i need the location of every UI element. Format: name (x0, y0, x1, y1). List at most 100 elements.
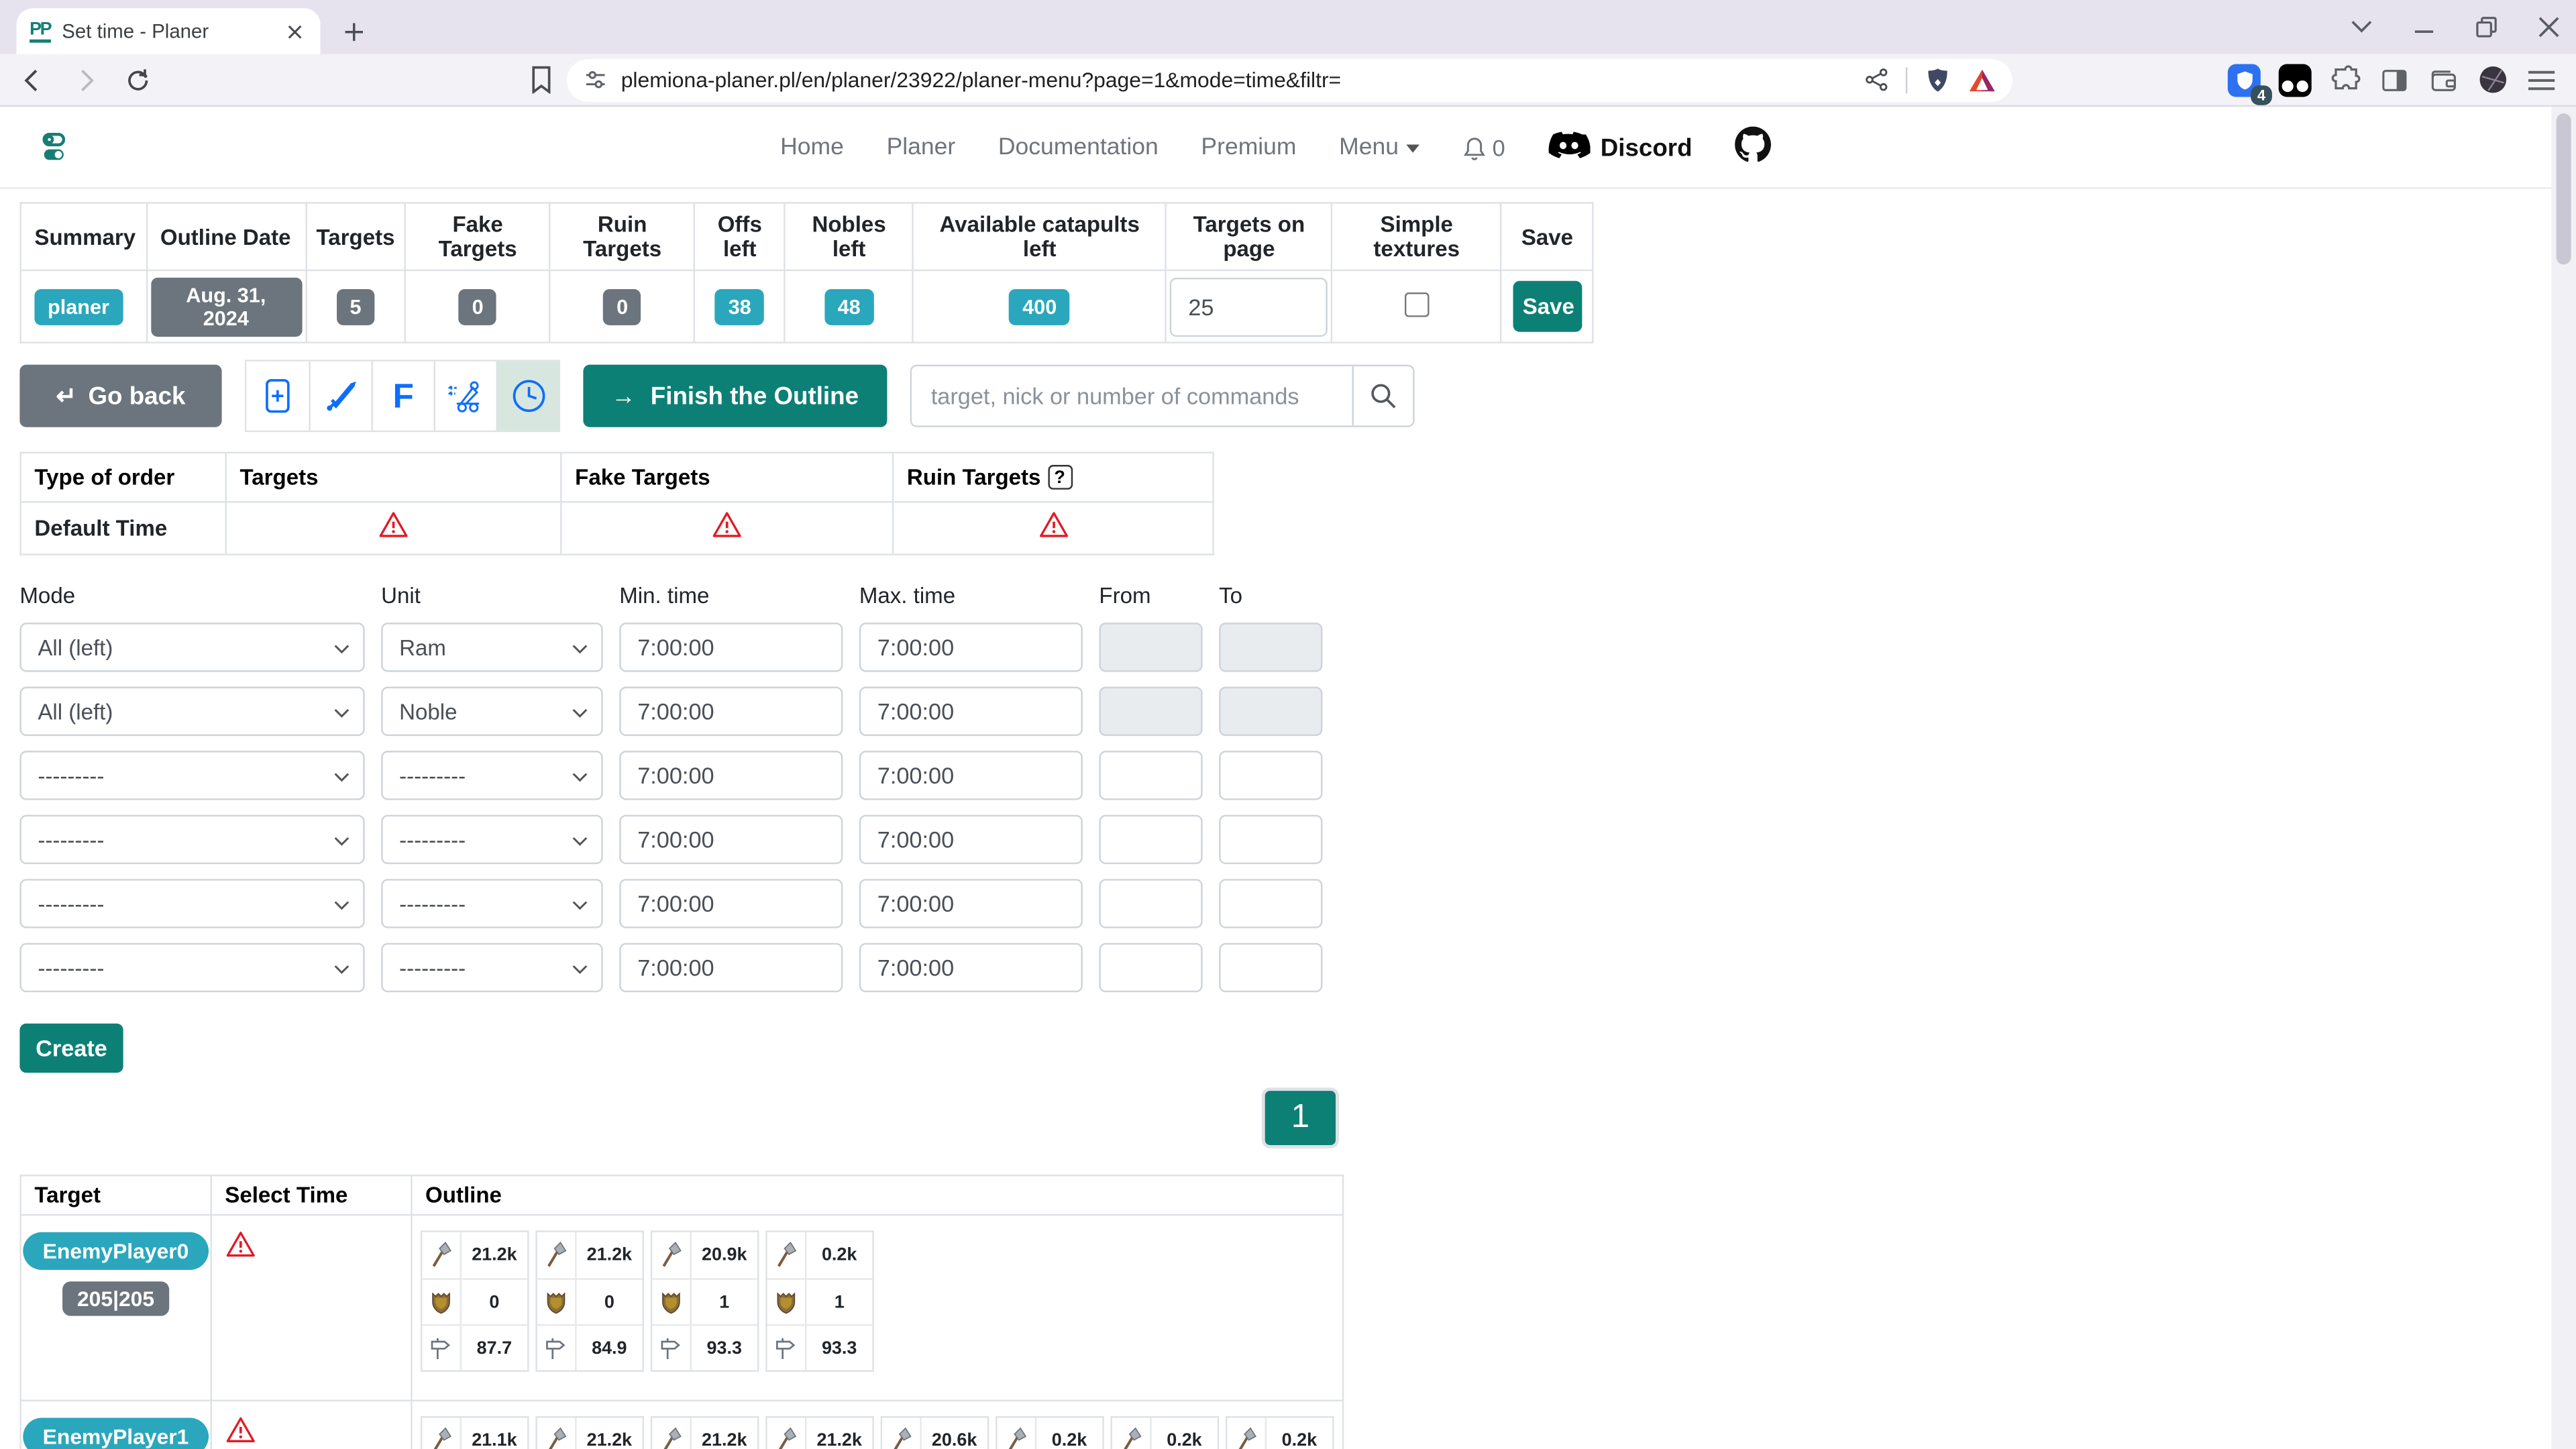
reload-button[interactable] (118, 60, 158, 99)
min-time-input[interactable] (619, 751, 843, 800)
close-window-button[interactable] (2533, 11, 2563, 41)
new-tab-button[interactable] (337, 15, 370, 48)
share-icon[interactable] (1863, 66, 1889, 94)
menu-hamburger-icon[interactable] (2527, 66, 2557, 93)
minimize-button[interactable] (2408, 11, 2438, 41)
dark-extension-icon[interactable] (2279, 63, 2312, 96)
unit-select[interactable]: Noble (381, 687, 603, 736)
page-scrollbar[interactable] (2551, 107, 2576, 1449)
target-player-link[interactable]: EnemyPlayer1 (23, 1417, 209, 1449)
min-time-input[interactable] (619, 815, 843, 864)
summary-link-badge[interactable]: planer (34, 288, 122, 325)
add-targets-mode-button[interactable] (246, 362, 309, 431)
simple-textures-checkbox[interactable] (1405, 292, 1430, 317)
to-input[interactable] (1219, 879, 1322, 928)
nav-planer[interactable]: Planer (887, 135, 956, 161)
help-icon[interactable]: ? (1047, 466, 1072, 490)
tab-search-chevron-icon[interactable] (2346, 11, 2375, 41)
go-back-button[interactable]: ↵ Go back (19, 365, 221, 427)
site-settings-icon[interactable] (583, 67, 608, 92)
mode-select[interactable]: --------- (19, 943, 364, 992)
save-button[interactable]: Save (1513, 281, 1582, 332)
from-input[interactable] (1099, 943, 1202, 992)
max-time-input[interactable] (859, 751, 1083, 800)
nav-premium[interactable]: Premium (1201, 135, 1296, 161)
col-outline: Outline (411, 1175, 1343, 1215)
mode-select[interactable]: All (left) (19, 687, 364, 736)
address-toolbar: plemiona-planer.pl/en/planer/23922/plane… (0, 54, 2576, 107)
sword-icon (323, 378, 359, 414)
extensions-puzzle-icon[interactable] (2330, 64, 2361, 96)
brave-rewards-icon[interactable] (1968, 66, 1996, 93)
from-input[interactable] (1099, 879, 1202, 928)
mode-select[interactable]: All (left) (19, 623, 364, 672)
search-button[interactable] (1352, 366, 1413, 425)
url-text[interactable]: plemiona-planer.pl/en/planer/23922/plane… (621, 67, 1863, 92)
fake-mode-button[interactable]: F (371, 362, 433, 431)
max-time-input[interactable] (859, 879, 1083, 928)
wallet-icon[interactable] (2428, 65, 2460, 95)
chevron-down-icon (333, 837, 350, 847)
time-mode-button[interactable] (496, 362, 559, 431)
to-input[interactable] (1219, 815, 1322, 864)
off-mode-button[interactable] (309, 362, 371, 431)
profile-avatar[interactable] (2477, 64, 2509, 96)
sidebar-icon[interactable] (2379, 65, 2410, 95)
url-bar[interactable]: plemiona-planer.pl/en/planer/23922/plane… (567, 58, 2012, 101)
target-coords-badge[interactable]: 205|205 (62, 1281, 169, 1316)
max-time-input[interactable] (859, 815, 1083, 864)
max-time-input[interactable] (859, 687, 1083, 736)
pagination-page-1[interactable]: 1 (1262, 1087, 1339, 1148)
min-time-input[interactable] (619, 943, 843, 992)
outline-command-card: 20.6k 1 (880, 1416, 989, 1449)
to-input[interactable] (1219, 943, 1322, 992)
search-input[interactable] (911, 366, 1351, 425)
from-input[interactable] (1099, 815, 1202, 864)
nav-home[interactable]: Home (780, 135, 844, 161)
mode-select[interactable]: --------- (19, 879, 364, 928)
outline-command-card: 21.2k 0 (535, 1416, 644, 1449)
bookmark-icon[interactable] (523, 62, 559, 98)
forward-button[interactable] (66, 60, 105, 99)
ruin-mode-button[interactable] (434, 362, 496, 431)
restore-button[interactable] (2471, 11, 2500, 41)
max-time-input[interactable] (859, 943, 1083, 992)
targets-on-page-input[interactable] (1170, 277, 1328, 336)
unit-select[interactable]: --------- (381, 943, 603, 992)
min-time-input[interactable] (619, 623, 843, 672)
to-input[interactable] (1219, 751, 1322, 800)
min-time-input[interactable] (619, 687, 843, 736)
label-unit: Unit (381, 583, 603, 608)
outline-command-card: 0.2k 1 (1110, 1416, 1219, 1449)
browser-tab[interactable]: PP Set time - Planer (16, 8, 320, 54)
brave-shields-icon[interactable] (1924, 65, 1952, 95)
create-button[interactable]: Create (19, 1024, 123, 1073)
target-player-link[interactable]: EnemyPlayer0 (23, 1232, 209, 1270)
max-time-input[interactable] (859, 623, 1083, 672)
discord-link[interactable]: Discord (1548, 131, 1692, 164)
divider (1906, 66, 1907, 93)
min-time-input[interactable] (619, 879, 843, 928)
github-link[interactable] (1735, 125, 1771, 170)
unit-select[interactable]: Ram (381, 623, 603, 672)
back-button[interactable] (13, 60, 53, 99)
nav-menu-dropdown[interactable]: Menu (1339, 135, 1420, 161)
mode-select[interactable]: --------- (19, 751, 364, 800)
scrollbar-thumb[interactable] (2557, 113, 2571, 264)
privacy-extension-icon[interactable]: 4 (2228, 63, 2261, 96)
outline-command-card: 0.2k 1 (1226, 1416, 1334, 1449)
notifications[interactable]: 0 (1463, 134, 1505, 162)
summary-header-row: Summary Outline Date Targets Fake Target… (21, 203, 1593, 270)
unit-select[interactable]: --------- (381, 879, 603, 928)
tab-close-icon[interactable] (281, 18, 307, 44)
nav-documentation[interactable]: Documentation (998, 135, 1159, 161)
mode-select[interactable]: --------- (19, 815, 364, 864)
noble-icon (772, 1288, 800, 1316)
finish-outline-button[interactable]: → Finish the Outline (583, 365, 886, 427)
unit-select[interactable]: --------- (381, 815, 603, 864)
from-input[interactable] (1099, 751, 1202, 800)
return-arrow-icon: ↵ (56, 381, 77, 411)
catapults-left-badge: 400 (1010, 288, 1070, 325)
axe-icon (541, 1426, 571, 1449)
unit-select[interactable]: --------- (381, 751, 603, 800)
